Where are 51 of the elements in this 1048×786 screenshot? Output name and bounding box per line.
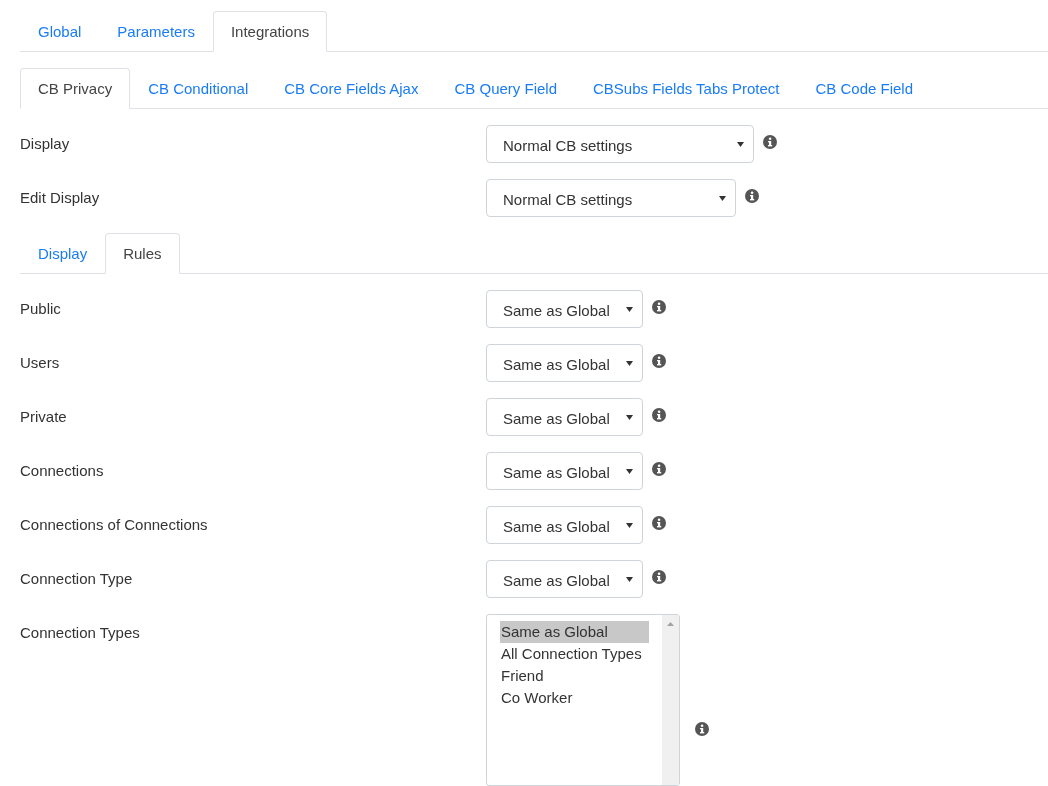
dropdown[interactable]: Same as Global (486, 290, 643, 328)
caret-icon (626, 522, 633, 528)
tab[interactable]: Integrations (212, 11, 328, 52)
tab[interactable]: CB Conditional (130, 68, 267, 109)
info-icon[interactable] (652, 516, 666, 530)
field-label: Connection Type (20, 569, 134, 589)
field-label: Users (20, 353, 61, 373)
caret-icon (626, 360, 633, 366)
list-option[interactable]: All Connection Types (500, 643, 649, 665)
info-icon[interactable] (652, 300, 666, 314)
tab[interactable]: CBSubs Fields Tabs Protect (575, 68, 798, 109)
field-label: Private (20, 407, 68, 427)
info-icon[interactable] (695, 722, 709, 736)
field-label: Connections (20, 461, 105, 481)
tab[interactable]: Parameters (99, 11, 213, 52)
info-icon[interactable] (652, 570, 666, 584)
list-box[interactable]: Same as Global All Connection Types Friend Co Worker (486, 614, 680, 786)
info-icon[interactable] (652, 462, 666, 476)
tab[interactable]: CB Core Fields Ajax (266, 68, 437, 109)
tab[interactable]: Global (20, 11, 100, 52)
field-label: Public (20, 299, 62, 319)
info-icon[interactable] (652, 354, 666, 368)
field-label: Edit Display (20, 188, 101, 208)
scrollbar[interactable] (662, 615, 679, 785)
dropdown[interactable]: Same as Global (486, 344, 643, 382)
info-icon[interactable] (763, 135, 777, 149)
caret-icon (719, 195, 726, 201)
tab[interactable]: CB Code Field (797, 68, 932, 109)
list-option[interactable]: Co Worker (500, 687, 649, 709)
dropdown[interactable]: Same as Global (486, 452, 643, 490)
dropdown[interactable]: Same as Global (486, 398, 643, 436)
dropdown[interactable]: Same as Global (486, 506, 643, 544)
dropdown[interactable]: Normal CB settings (486, 179, 736, 217)
info-icon[interactable] (745, 189, 759, 203)
dropdown[interactable]: Normal CB settings (486, 125, 754, 163)
list-option[interactable]: Same as Global (500, 621, 649, 643)
field-label: Display (20, 134, 71, 154)
caret-icon (626, 576, 633, 582)
field-label: Connections of Connections (20, 515, 209, 535)
tab[interactable]: CB Privacy (20, 68, 131, 109)
caret-icon (626, 468, 633, 474)
dropdown[interactable]: Same as Global (486, 560, 643, 598)
tab[interactable]: CB Query Field (436, 68, 575, 109)
tab[interactable]: Rules (105, 233, 180, 274)
list-option[interactable]: Friend (500, 665, 649, 687)
field-label: Connection Types (20, 623, 141, 643)
tab[interactable]: Display (20, 233, 106, 274)
info-icon[interactable] (652, 408, 666, 422)
caret-icon (626, 414, 633, 420)
caret-icon (626, 306, 633, 312)
caret-icon (737, 141, 744, 147)
